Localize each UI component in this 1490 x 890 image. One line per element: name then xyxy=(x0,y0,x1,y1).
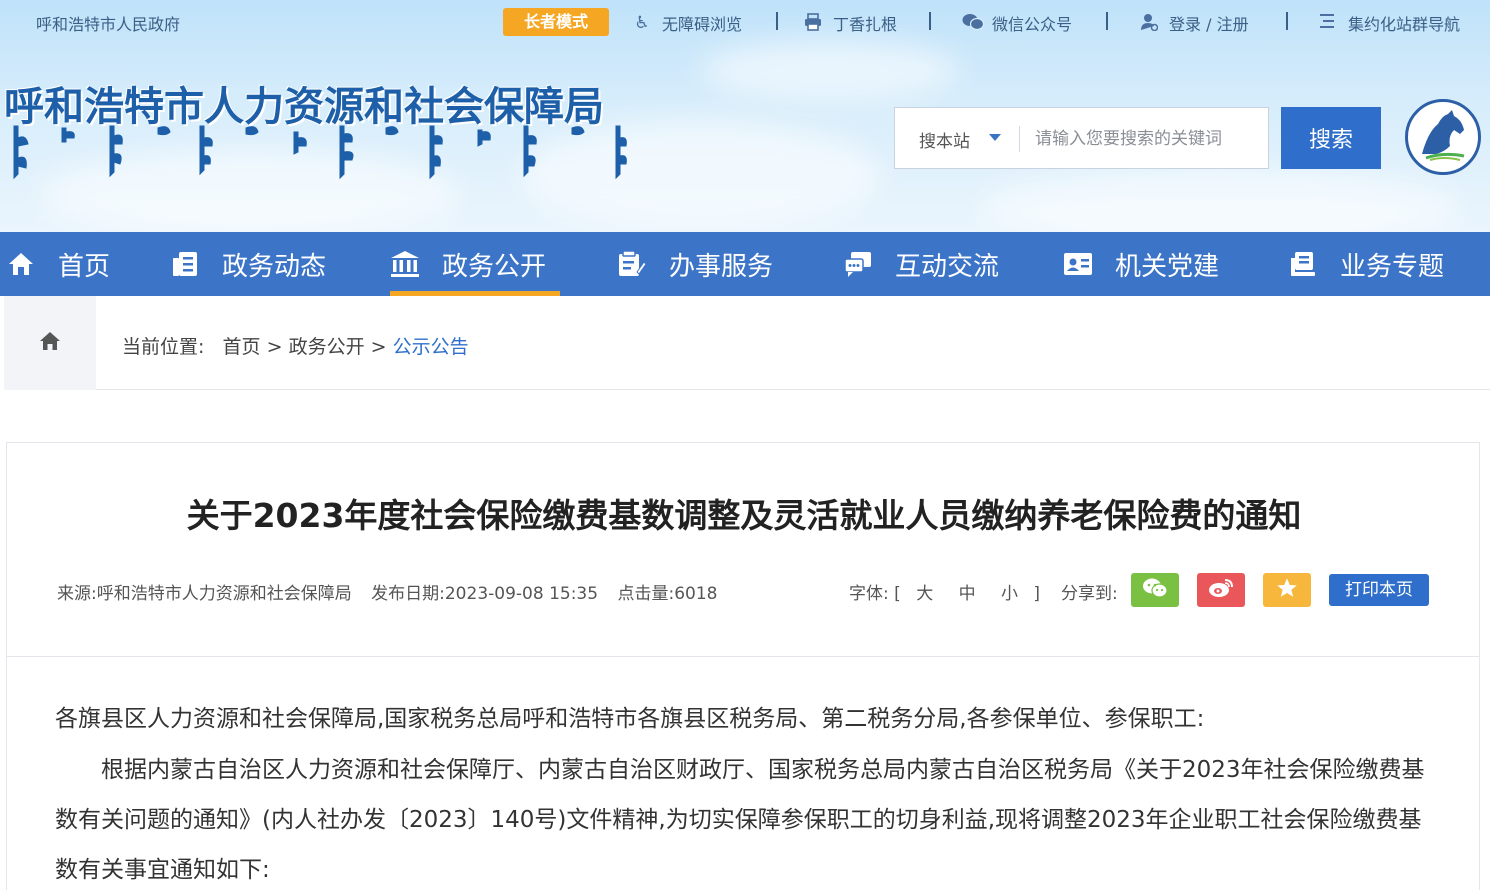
bracket: ] xyxy=(1033,584,1041,604)
bracket: [ xyxy=(894,584,901,604)
weibo-icon xyxy=(1208,577,1234,603)
dingxiang-label: 丁香扎根 xyxy=(833,15,898,34)
breadcrumb-separator: > xyxy=(266,336,283,358)
font-size-label: 字体: xyxy=(849,584,889,604)
elder-mode-button[interactable]: 长者模式 xyxy=(503,8,609,36)
breadcrumb-item-announcements[interactable]: 公示公告 xyxy=(393,336,469,358)
id-card-icon xyxy=(1063,249,1093,279)
building-icon xyxy=(390,249,420,279)
nav-item-home[interactable]: 首页 xyxy=(6,232,110,296)
accessibility-link[interactable]: ♿ 无障碍浏览 xyxy=(632,11,742,35)
chat-icon xyxy=(843,249,873,279)
wheelchair-icon: ♿ xyxy=(634,13,650,33)
nav-label: 政务公开 xyxy=(442,251,547,282)
divider xyxy=(1106,12,1108,30)
dingxiang-link[interactable]: 丁香扎根 xyxy=(803,11,897,35)
site-group-link[interactable]: 集约化站群导航 xyxy=(1318,11,1460,35)
print-button[interactable]: 打印本页 xyxy=(1329,574,1429,606)
nav-label: 互动交流 xyxy=(895,251,1000,282)
divider xyxy=(776,12,778,30)
breadcrumb-item-government-affairs[interactable]: 政务公开 xyxy=(289,336,365,358)
printer-icon xyxy=(803,13,823,33)
font-size-medium[interactable]: 中 xyxy=(959,584,976,604)
wechat-icon xyxy=(962,13,985,33)
add-favorite-button[interactable] xyxy=(1263,573,1311,607)
font-size-control: 字体: [ 大 中 小 ] xyxy=(849,579,1040,604)
site-group-label: 集约化站群导航 xyxy=(1348,15,1461,34)
breadcrumb-trail: 当前位置: 首页 > 政务公开 > 公示公告 xyxy=(122,332,469,359)
divider xyxy=(7,656,1479,657)
search-box: 搜本站 xyxy=(894,107,1269,169)
service-icon xyxy=(617,249,647,279)
chevron-down-icon[interactable] xyxy=(989,134,1001,141)
nav-label: 业务专题 xyxy=(1340,251,1445,282)
article-body: 各旗县区人力资源和社会保障局,国家税务总局呼和浩特市各旗县区税务局、第二税务分局… xyxy=(55,693,1435,890)
cloud-decoration xyxy=(700,40,960,100)
home-icon xyxy=(6,249,36,279)
breadcrumb: 当前位置: 首页 > 政务公开 > 公示公告 xyxy=(4,296,1490,390)
topic-icon xyxy=(1288,249,1318,279)
login-label: 登录 / 注册 xyxy=(1169,15,1249,34)
nav-item-topics[interactable]: 业务专题 xyxy=(1288,232,1444,296)
accessibility-label: 无障碍浏览 xyxy=(662,15,743,34)
article-paragraph: 根据内蒙古自治区人力资源和社会保障厅、内蒙古自治区财政厅、国家税务总局内蒙古自治… xyxy=(55,757,1425,883)
article-card: 关于2023年度社会保险缴费基数调整及灵活就业人员缴纳养老保险费的通知 来源:呼… xyxy=(6,442,1480,890)
wechat-icon xyxy=(1142,577,1168,603)
breadcrumb-prefix: 当前位置: xyxy=(122,336,205,358)
divider xyxy=(929,12,931,30)
divider xyxy=(1286,12,1288,30)
news-icon xyxy=(170,249,200,279)
article-date: 发布日期:2023-09-08 15:35 xyxy=(371,584,599,604)
horse-emblem-logo[interactable] xyxy=(1405,99,1481,175)
article-title: 关于2023年度社会保险缴费基数调整及灵活就业人员缴纳养老保险费的通知 xyxy=(186,496,1302,535)
breadcrumb-item-home[interactable]: 首页 xyxy=(223,336,261,358)
search-button[interactable]: 搜索 xyxy=(1281,107,1381,169)
article-meta: 来源:呼和浩特市人力资源和社会保障局 发布日期:2023-09-08 15:35… xyxy=(57,579,731,604)
site-header: 呼和浩特市人民政府 长者模式 ♿ 无障碍浏览 丁香扎根 微信公众号 登录 / 注… xyxy=(0,0,1490,232)
login-link[interactable]: 登录 / 注册 xyxy=(1139,11,1249,35)
nav-item-government-news[interactable]: 政务动态 xyxy=(170,232,326,296)
menu-icon xyxy=(1318,13,1338,33)
nav-label: 机关党建 xyxy=(1115,251,1220,282)
home-icon xyxy=(39,331,61,355)
user-icon xyxy=(1139,13,1159,33)
nav-item-interaction[interactable]: 互动交流 xyxy=(843,232,999,296)
mongolian-script-logo xyxy=(13,125,627,180)
article-clicks: 点击量:6018 xyxy=(617,584,718,604)
nav-label: 首页 xyxy=(58,251,111,282)
divider xyxy=(1019,126,1020,152)
share-label: 分享到: xyxy=(1061,584,1118,604)
nav-item-party-building[interactable]: 机关党建 xyxy=(1063,232,1219,296)
nav-item-services[interactable]: 办事服务 xyxy=(617,232,773,296)
share-wechat-button[interactable] xyxy=(1131,573,1179,607)
breadcrumb-home[interactable] xyxy=(4,296,96,390)
main-nav: 首页 政务动态 政务公开 办事服务 互动交流 机关党建 业务专题 xyxy=(0,232,1490,296)
nav-label: 办事服务 xyxy=(669,251,774,282)
nav-item-government-affairs[interactable]: 政务公开 xyxy=(390,232,561,296)
nav-label: 政务动态 xyxy=(222,251,327,282)
wechat-label: 微信公众号 xyxy=(992,15,1073,34)
search-input[interactable] xyxy=(1035,120,1260,158)
gov-portal-link[interactable]: 呼和浩特市人民政府 xyxy=(36,11,180,35)
search-scope-select[interactable]: 搜本站 xyxy=(919,127,970,152)
star-icon xyxy=(1276,577,1298,603)
breadcrumb-separator: > xyxy=(370,336,387,358)
wechat-account-link[interactable]: 微信公众号 xyxy=(962,11,1072,35)
cloud-decoration xyxy=(980,170,1460,232)
article-paragraph: 各旗县区人力资源和社会保障局,国家税务总局呼和浩特市各旗县区税务局、第二税务分局… xyxy=(55,706,1205,732)
article-source: 来源:呼和浩特市人力资源和社会保障局 xyxy=(57,584,352,604)
share-weibo-button[interactable] xyxy=(1197,573,1245,607)
top-bar: 呼和浩特市人民政府 长者模式 ♿ 无障碍浏览 丁香扎根 微信公众号 登录 / 注… xyxy=(0,0,1490,44)
font-size-large[interactable]: 大 xyxy=(916,584,933,604)
font-size-small[interactable]: 小 xyxy=(1001,584,1018,604)
